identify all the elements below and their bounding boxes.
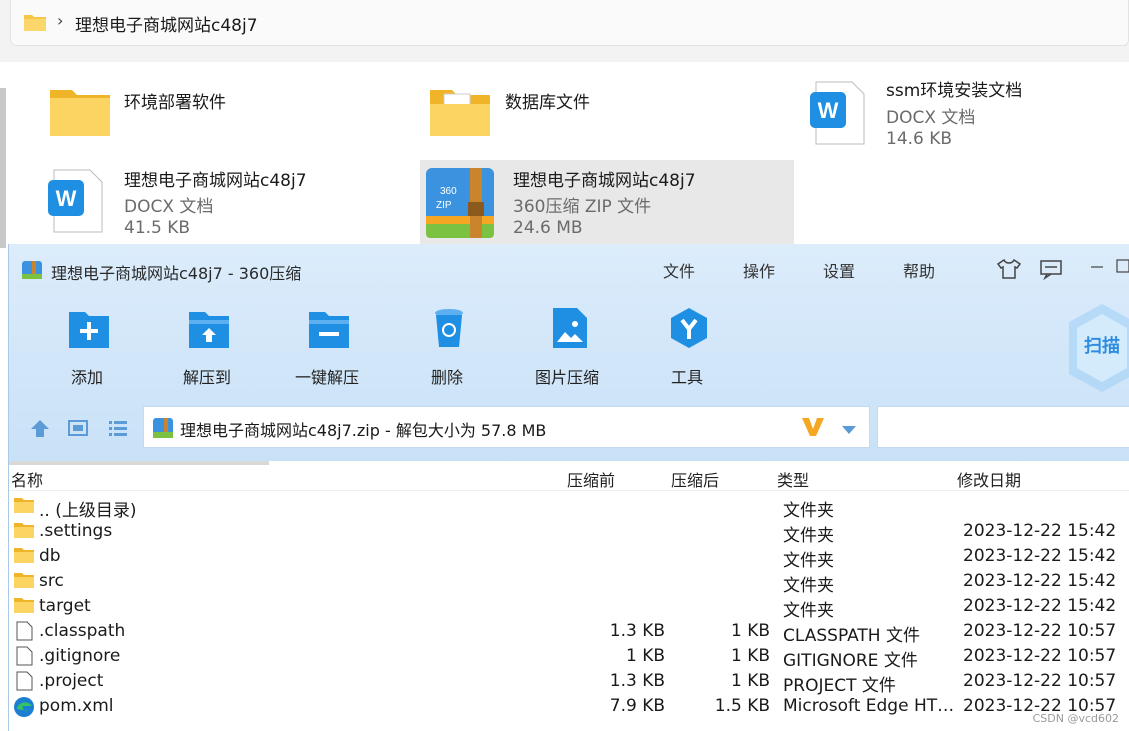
image-compress-icon (547, 306, 591, 354)
file-tile[interactable]: W 理想电子商城网站c48j7 DOCX 文档 41.5 KB (46, 160, 386, 240)
zip-archive-icon: 360 ZIP (424, 164, 496, 244)
list-item[interactable]: pom.xml 7.9 KB 1.5 KB Microsoft Edge HT…… (9, 694, 1129, 719)
list-item[interactable]: .classpath 1.3 KB 1 KB CLASSPATH 文件 2023… (9, 619, 1129, 646)
file-tile-selected[interactable]: 360 ZIP 理想电子商城网站c48j7 360压缩 ZIP 文件 24.6 M… (420, 160, 794, 244)
file-tile[interactable]: 环境部署软件 (48, 82, 388, 162)
add-button[interactable]: 添加 (37, 306, 137, 390)
file-icon (13, 671, 35, 696)
add-icon (67, 306, 111, 354)
one-click-extract-button[interactable]: 一键解压 (277, 306, 377, 390)
file-type: 360压缩 ZIP 文件 (513, 197, 652, 217)
list-item[interactable]: .. (上级目录) 文件夹 (9, 494, 1129, 521)
folder-icon (13, 546, 35, 569)
file-name: ssm环境安装文档 (886, 81, 1023, 101)
scrollbar[interactable] (0, 88, 6, 248)
explorer-header: › 理想电子商城网站c48j7 (0, 0, 1129, 62)
file-icon (13, 621, 35, 646)
breadcrumb-separator: › (57, 11, 64, 30)
list-item[interactable]: target 文件夹 2023-12-22 15:42 (9, 594, 1129, 621)
delete-button[interactable]: 删除 (397, 306, 497, 390)
menu-file[interactable]: 文件 (663, 258, 695, 282)
svg-text:ZIP: ZIP (436, 200, 452, 211)
folder-icon (13, 521, 35, 544)
one-click-extract-icon (307, 306, 351, 354)
window-header: 理想电子商城网站c48j7 - 360压缩 文件 操作 设置 帮助 添加 解压到… (9, 244, 1129, 461)
menu-settings[interactable]: 设置 (823, 258, 855, 282)
column-size-before[interactable]: 压缩前 (567, 467, 615, 491)
address-bar-row: 理想电子商城网站c48j7.zip - 解包大小为 57.8 MB (9, 404, 1129, 452)
list-item[interactable]: .project 1.3 KB 1 KB PROJECT 文件 2023-12-… (9, 669, 1129, 696)
folder-icon (13, 571, 35, 594)
list-item[interactable]: .settings 文件夹 2023-12-22 15:42 (9, 519, 1129, 546)
list-header: 名称 压缩前 压缩后 类型 修改日期 (9, 461, 1129, 491)
skin-shirt-icon[interactable] (996, 258, 1022, 284)
trash-icon (427, 306, 471, 354)
word-doc-icon: W (46, 168, 106, 238)
search-input[interactable] (877, 406, 1129, 448)
file-name: 环境部署软件 (124, 93, 226, 113)
scan-label: 扫描 (1084, 335, 1120, 357)
minimize-icon[interactable] (1089, 258, 1105, 278)
menu-help[interactable]: 帮助 (903, 258, 935, 282)
edge-icon (13, 696, 35, 723)
list-item[interactable]: src 文件夹 2023-12-22 15:42 (9, 569, 1129, 596)
file-name: 理想电子商城网站c48j7 (513, 171, 696, 191)
list-item[interactable]: .gitignore 1 KB 1 KB GITIGNORE 文件 2023-1… (9, 644, 1129, 671)
file-type: DOCX 文档 (124, 197, 214, 217)
file-icon (13, 646, 35, 671)
image-compress-button[interactable]: 图片压缩 (517, 306, 617, 390)
list-view-icon[interactable] (107, 418, 129, 442)
svg-text:360: 360 (440, 186, 457, 197)
menu-operation[interactable]: 操作 (743, 258, 775, 282)
chevron-down-icon[interactable] (840, 421, 858, 440)
up-arrow-icon[interactable] (29, 418, 51, 442)
folder-icon (48, 82, 112, 142)
svg-text:W: W (818, 98, 839, 123)
extract-to-button[interactable]: 解压到 (157, 306, 257, 390)
scan-button[interactable]: 扫描 (1067, 302, 1129, 398)
file-name: 数据库文件 (505, 93, 590, 113)
maximize-icon[interactable] (1115, 258, 1129, 278)
app-logo-icon (21, 260, 43, 284)
file-size: 24.6 MB (513, 218, 583, 238)
extract-to-icon (187, 306, 231, 354)
folder-icon (13, 596, 35, 619)
file-size: 14.6 KB (886, 129, 953, 149)
column-date[interactable]: 修改日期 (957, 467, 1021, 491)
address-input[interactable]: 理想电子商城网站c48j7.zip - 解包大小为 57.8 MB (143, 406, 870, 448)
word-doc-icon: W (808, 80, 868, 150)
address-text: 理想电子商城网站c48j7.zip - 解包大小为 57.8 MB (180, 421, 547, 440)
column-type[interactable]: 类型 (777, 467, 809, 491)
folder-icon (23, 12, 47, 36)
file-tile[interactable]: 数据库文件 (428, 82, 788, 162)
window-title: 理想电子商城网站c48j7 - 360压缩 (51, 264, 302, 283)
zip-file-icon (152, 417, 174, 443)
watermark: CSDN @vcd602 (1032, 712, 1119, 725)
file-size: 41.5 KB (124, 218, 191, 238)
thumbnail-view-icon[interactable] (67, 418, 89, 442)
file-type: DOCX 文档 (886, 108, 976, 128)
feedback-icon[interactable] (1039, 258, 1063, 284)
file-name: 理想电子商城网站c48j7 (124, 171, 307, 191)
breadcrumb[interactable]: › 理想电子商城网站c48j7 (10, 0, 1129, 46)
column-size-after[interactable]: 压缩后 (671, 467, 719, 491)
list-item[interactable]: db 文件夹 2023-12-22 15:42 (9, 544, 1129, 571)
v-badge-icon[interactable] (800, 416, 826, 442)
folder-docs-icon (428, 82, 492, 142)
folder-icon (13, 496, 35, 519)
archive-window: 理想电子商城网站c48j7 - 360压缩 文件 操作 设置 帮助 添加 解压到… (8, 244, 1129, 731)
svg-text:W: W (56, 186, 77, 211)
file-grid: 环境部署软件 数据库文件 W ssm环境安装文档 DOCX 文档 14.6 KB… (8, 62, 1129, 244)
file-tile[interactable]: W ssm环境安装文档 DOCX 文档 14.6 KB (808, 76, 1128, 156)
tools-icon (667, 306, 711, 354)
column-name[interactable]: 名称 (11, 467, 43, 491)
breadcrumb-path[interactable]: 理想电子商城网站c48j7 (75, 11, 258, 36)
tools-button[interactable]: 工具 (637, 306, 737, 390)
